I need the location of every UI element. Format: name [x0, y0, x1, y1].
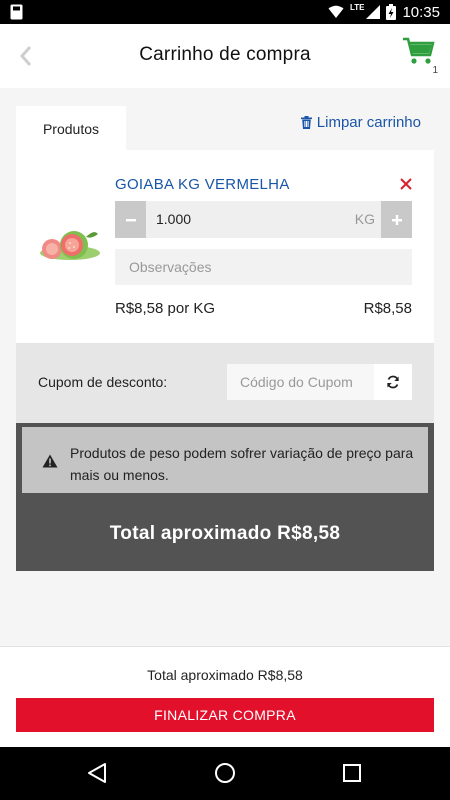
coupon-label: Cupom de desconto: [38, 374, 168, 390]
nav-home-icon[interactable] [213, 761, 237, 785]
save-icon [10, 4, 23, 20]
close-icon [400, 178, 412, 190]
plus-icon [391, 214, 402, 225]
network-type: LTE [349, 2, 365, 12]
weight-price-notice: Produtos de peso podem sofrer variação d… [22, 427, 428, 493]
quantity-stepper: 1.000 KG [115, 201, 412, 238]
coupon-section: Cupom de desconto: [16, 343, 434, 423]
cart-button[interactable]: 1 [402, 36, 438, 76]
warning-icon [42, 454, 58, 468]
clear-cart-link[interactable]: Limpar carrinho [300, 114, 421, 131]
refresh-icon [387, 375, 399, 389]
page-title: Carrinho de compra [139, 44, 311, 65]
clear-cart-label: Limpar carrinho [316, 114, 421, 131]
line-total: R$8,58 [363, 300, 412, 317]
nav-back-icon[interactable] [85, 761, 109, 785]
apply-coupon-button[interactable] [374, 364, 412, 400]
wifi-icon [328, 5, 344, 18]
remove-item-button[interactable] [400, 175, 412, 195]
footer-total: Total aproximado R$8,58 [147, 667, 303, 683]
notice-text: Produtos de peso podem sofrer variação d… [70, 445, 414, 483]
trash-icon [300, 116, 312, 129]
checkout-button[interactable]: FINALIZAR COMPRA [16, 698, 434, 732]
app-header: Carrinho de compra 1 [0, 24, 450, 88]
cart-count-badge: 1 [432, 65, 438, 76]
nav-recents-icon[interactable] [340, 761, 364, 785]
status-bar: LTE 10:35 [0, 0, 450, 24]
unit-price: R$8,58 por KG [115, 300, 216, 317]
notes-input[interactable] [115, 249, 412, 285]
increase-quantity-button[interactable] [381, 201, 412, 238]
signal-icon [366, 5, 381, 19]
minus-icon [125, 218, 136, 221]
clock: 10:35 [402, 3, 440, 21]
checkout-bar: Total aproximado R$8,58 FINALIZAR COMPRA [0, 646, 450, 747]
quantity-unit: KG [354, 211, 375, 227]
quantity-value[interactable]: 1.000 [156, 211, 191, 227]
tab-products[interactable]: Produtos [16, 106, 126, 152]
battery-charging-icon [386, 4, 397, 20]
product-image-guava [40, 231, 100, 260]
product-name[interactable]: GOIABA KG VERMELHA [115, 176, 290, 193]
shopping-cart-icon [403, 37, 435, 64]
coupon-input[interactable] [227, 364, 374, 400]
cart-item: GOIABA KG VERMELHA 1.000 KG R$8,58 por K… [16, 150, 434, 343]
decrease-quantity-button[interactable] [115, 201, 146, 238]
approx-total: Total aproximado R$8,58 [109, 523, 341, 544]
system-nav-bar [0, 747, 450, 800]
order-summary: Produtos de peso podem sofrer variação d… [16, 423, 434, 571]
